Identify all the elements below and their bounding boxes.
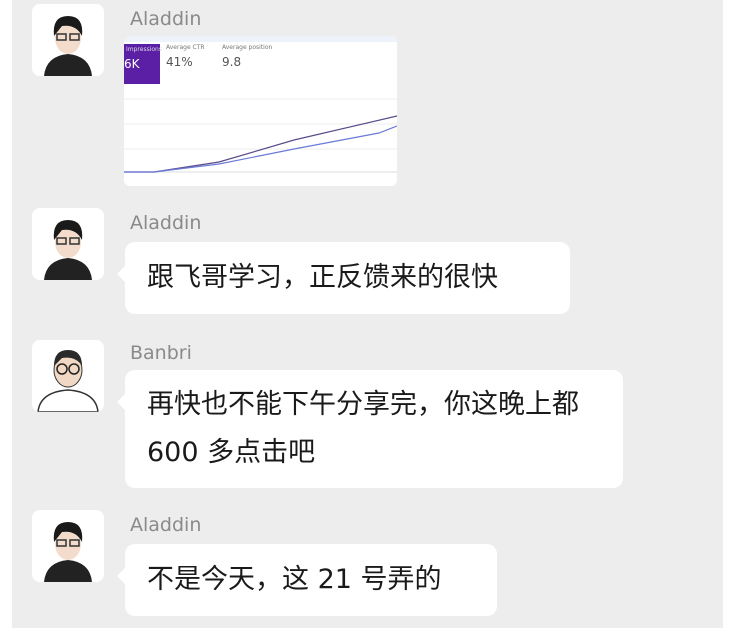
sender-name: Aladdin bbox=[130, 514, 202, 536]
message-bubble[interactable]: 不是今天，这 21 号弄的 bbox=[117, 544, 497, 616]
performance-chart bbox=[124, 98, 397, 173]
chart-image-message[interactable]: Impressions 6K Average CTR 41% Average pos… bbox=[124, 36, 397, 186]
message-bubble[interactable]: 跟飞哥学习，正反馈来的很快 bbox=[117, 242, 570, 314]
metric-card-impressions: Impressions 6K bbox=[124, 44, 162, 84]
avatar-aladdin[interactable] bbox=[32, 208, 104, 280]
metric-card-ctr: Average CTR 41% bbox=[166, 44, 205, 69]
avatar-aladdin[interactable] bbox=[32, 4, 104, 76]
metric-card-position: Average position 9.8 bbox=[222, 44, 273, 69]
avatar-banbri[interactable] bbox=[32, 340, 104, 412]
message-bubble[interactable]: 再快也不能下午分享完，你这晚上都 600 多点击吧 bbox=[117, 370, 623, 488]
sender-name: Aladdin bbox=[130, 212, 202, 234]
sender-name: Aladdin bbox=[130, 8, 202, 30]
avatar-aladdin[interactable] bbox=[32, 510, 104, 582]
sender-name: Banbri bbox=[130, 342, 192, 364]
